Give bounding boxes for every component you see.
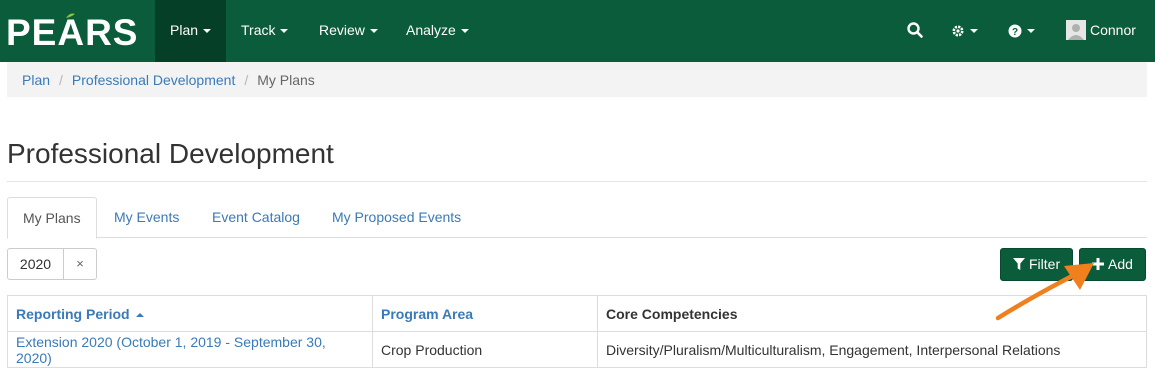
top-navbar: PEARS Plan Track Review Analyze ? Connor <box>0 0 1155 94</box>
active-filter-chip: 2020 × <box>7 248 97 280</box>
cell-core-competencies: Diversity/Pluralism/Multiculturalism, En… <box>597 331 1147 368</box>
nav-plan-menu[interactable]: Plan <box>155 0 227 62</box>
search-icon[interactable] <box>906 21 924 39</box>
pears-logo[interactable]: PEARS <box>6 12 146 50</box>
breadcrumb-current: My Plans <box>257 72 315 88</box>
breadcrumb: Plan / Professional Development / My Plans <box>7 62 1147 97</box>
nav-plan-label: Plan <box>170 22 199 38</box>
sort-ascending-icon <box>135 312 144 317</box>
tab-my-proposed-events[interactable]: My Proposed Events <box>317 197 476 238</box>
nav-review-menu[interactable]: Review <box>304 0 393 62</box>
question-circle-icon: ? <box>1008 24 1022 38</box>
column-header-label: Program Area <box>381 305 474 322</box>
user-menu[interactable]: Connor <box>1051 0 1155 94</box>
caret-down-icon <box>203 29 212 34</box>
column-header-program-area[interactable]: Program Area <box>372 295 598 332</box>
nav-track-menu[interactable]: Track <box>226 0 303 62</box>
filter-button[interactable]: Filter <box>1000 248 1074 281</box>
tab-event-catalog[interactable]: Event Catalog <box>197 197 315 238</box>
nav-track-label: Track <box>241 22 276 38</box>
cell-reporting-period: Extension 2020 (October 1, 2019 - Septem… <box>7 331 373 368</box>
breadcrumb-separator: / <box>244 72 249 88</box>
add-button-label: Add <box>1108 256 1133 272</box>
remove-filter-button[interactable]: × <box>64 249 96 279</box>
breadcrumb-plan[interactable]: Plan <box>22 72 50 88</box>
caret-down-icon <box>1027 29 1035 34</box>
column-header-core-competencies: Core Competencies <box>597 295 1147 332</box>
caret-down-icon <box>460 29 469 34</box>
filter-chip-value: 2020 <box>8 249 64 279</box>
page-title: Professional Development <box>7 138 334 169</box>
caret-down-icon <box>970 29 978 34</box>
user-avatar-icon <box>1066 20 1086 41</box>
column-header-label: Core Competencies <box>606 305 738 322</box>
reporting-period-link[interactable]: Extension 2020 (October 1, 2019 - Septem… <box>16 334 326 366</box>
column-header-label: Reporting Period <box>16 305 130 322</box>
tab-my-events[interactable]: My Events <box>99 197 194 238</box>
settings-menu[interactable] <box>936 0 993 62</box>
plus-icon <box>1092 257 1104 270</box>
nav-review-label: Review <box>319 22 365 38</box>
cell-program-area: Crop Production <box>372 331 598 368</box>
caret-down-icon <box>280 29 289 34</box>
tab-bar: My Plans My Events Event Catalog My Prop… <box>7 197 1147 239</box>
svg-text:?: ? <box>1012 27 1018 38</box>
table-row: Extension 2020 (October 1, 2019 - Septem… <box>7 331 1147 368</box>
nav-analyze-menu[interactable]: Analyze <box>391 0 484 62</box>
breadcrumb-professional-development[interactable]: Professional Development <box>72 72 235 88</box>
add-button[interactable]: Add <box>1079 248 1146 281</box>
gear-icon <box>952 25 964 37</box>
svg-text:PEARS: PEARS <box>6 12 138 50</box>
filter-button-label: Filter <box>1029 256 1061 272</box>
nav-analyze-label: Analyze <box>406 22 456 38</box>
breadcrumb-separator: / <box>59 72 63 88</box>
user-name: Connor <box>1090 22 1136 38</box>
plans-table: Reporting Period Program Area Core Compe… <box>7 295 1147 368</box>
column-header-reporting-period[interactable]: Reporting Period <box>7 295 373 332</box>
caret-down-icon <box>369 29 378 34</box>
tab-my-plans[interactable]: My Plans <box>7 197 97 239</box>
title-divider <box>7 181 1147 182</box>
help-menu[interactable]: ? <box>993 0 1050 62</box>
table-header-row: Reporting Period Program Area Core Compe… <box>7 295 1147 332</box>
filter-icon <box>1013 257 1025 270</box>
